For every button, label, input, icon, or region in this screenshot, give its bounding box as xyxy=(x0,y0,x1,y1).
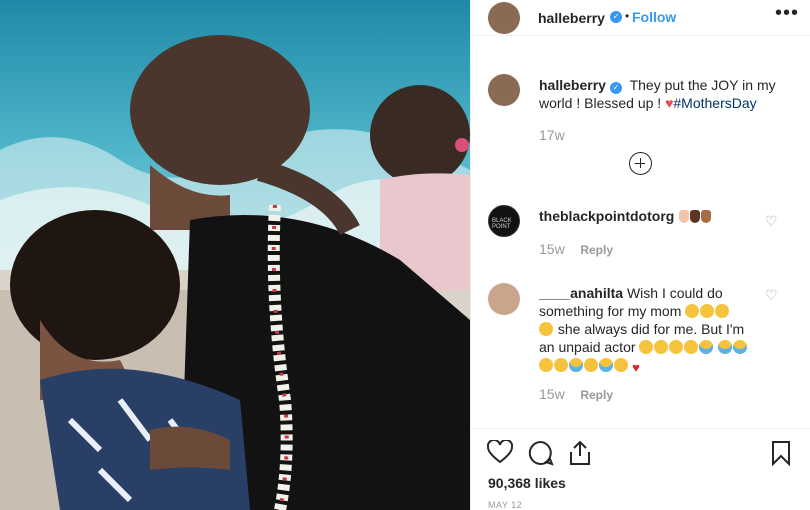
comment-bubble-icon[interactable] xyxy=(528,440,554,466)
pensive-face-emoji-icon xyxy=(654,340,669,354)
comment: theblackpointdotorg xyxy=(539,208,712,224)
like-heart-icon[interactable] xyxy=(487,440,513,464)
comment-meta: 15w Reply xyxy=(539,241,613,257)
post-header: halleberry ✓ • Follow ••• xyxy=(471,0,810,36)
username-link[interactable]: halleberry xyxy=(538,10,605,26)
tired-face-emoji-icon xyxy=(700,304,715,318)
comment-username[interactable]: theblackpointdotorg xyxy=(539,208,674,224)
caption-username[interactable]: halleberry xyxy=(539,77,606,93)
hashtag-link[interactable]: #MothersDay xyxy=(673,95,756,111)
sunglasses-emoji-icon xyxy=(685,304,700,318)
disappointed-face-emoji-icon xyxy=(539,358,553,372)
disappointed-face-emoji-icon xyxy=(539,322,553,336)
comment: ____anahilta Wish I could do something f… xyxy=(539,284,749,375)
crying-face-emoji-icon xyxy=(718,340,733,354)
comment-avatar[interactable] xyxy=(488,283,520,315)
avatar-logo-text: BLACK POINT xyxy=(492,218,512,230)
like-comment-heart-icon[interactable]: ♡ xyxy=(765,287,778,304)
crying-face-emoji-icon xyxy=(599,358,613,372)
comment-avatar[interactable]: BLACK POINT xyxy=(488,205,520,237)
more-options-icon[interactable]: ••• xyxy=(775,2,799,25)
reply-button[interactable]: Reply xyxy=(580,388,613,402)
save-bookmark-icon[interactable] xyxy=(771,440,791,466)
caption-avatar[interactable] xyxy=(488,74,520,106)
post-date[interactable]: MAY 12 xyxy=(488,500,522,510)
post-side-panel: halleberry ✓ • Follow ••• halleberry ✓ Th… xyxy=(470,0,810,510)
load-more-comments-icon[interactable] xyxy=(629,152,652,175)
caption-timestamp[interactable]: 17w xyxy=(539,127,565,143)
post-actions: 90,368 likes MAY 12 xyxy=(471,428,810,510)
red-heart-emoji-icon: ♥ xyxy=(632,360,640,375)
crying-face-emoji-icon xyxy=(699,340,714,354)
verified-badge-icon: ✓ xyxy=(609,82,622,94)
post-caption: halleberry ✓ They put the JOY in my world… xyxy=(539,76,799,112)
follow-button[interactable]: Follow xyxy=(632,9,676,25)
separator-dot: • xyxy=(625,9,630,23)
likes-count[interactable]: 90,368 likes xyxy=(488,475,566,491)
reply-button[interactable]: Reply xyxy=(580,243,613,257)
verified-badge-icon: ✓ xyxy=(610,11,622,23)
comment-username[interactable]: ____anahilta xyxy=(539,285,623,301)
sad-face-emoji-icon xyxy=(639,340,654,354)
hand-emoji-icon xyxy=(679,210,690,223)
sad-face-emoji-icon xyxy=(614,358,628,372)
comment-meta: 15w Reply xyxy=(539,386,613,402)
crying-face-emoji-icon xyxy=(733,340,748,354)
crying-face-emoji-icon xyxy=(569,358,583,372)
pensive-face-emoji-icon xyxy=(669,340,684,354)
share-icon[interactable] xyxy=(568,440,592,466)
like-comment-heart-icon[interactable]: ♡ xyxy=(765,213,778,230)
comment-timestamp[interactable]: 15w xyxy=(539,241,565,257)
pensive-face-emoji-icon xyxy=(584,358,598,372)
comment-timestamp[interactable]: 15w xyxy=(539,386,565,402)
avatar[interactable] xyxy=(488,2,520,34)
hand-emoji-icon xyxy=(701,210,712,223)
hand-emoji-icon xyxy=(690,210,701,223)
post-photo[interactable] xyxy=(0,0,470,510)
disappointed-face-emoji-icon xyxy=(715,304,730,318)
weary-face-emoji-icon xyxy=(684,340,699,354)
disappointed-face-emoji-icon xyxy=(554,358,568,372)
